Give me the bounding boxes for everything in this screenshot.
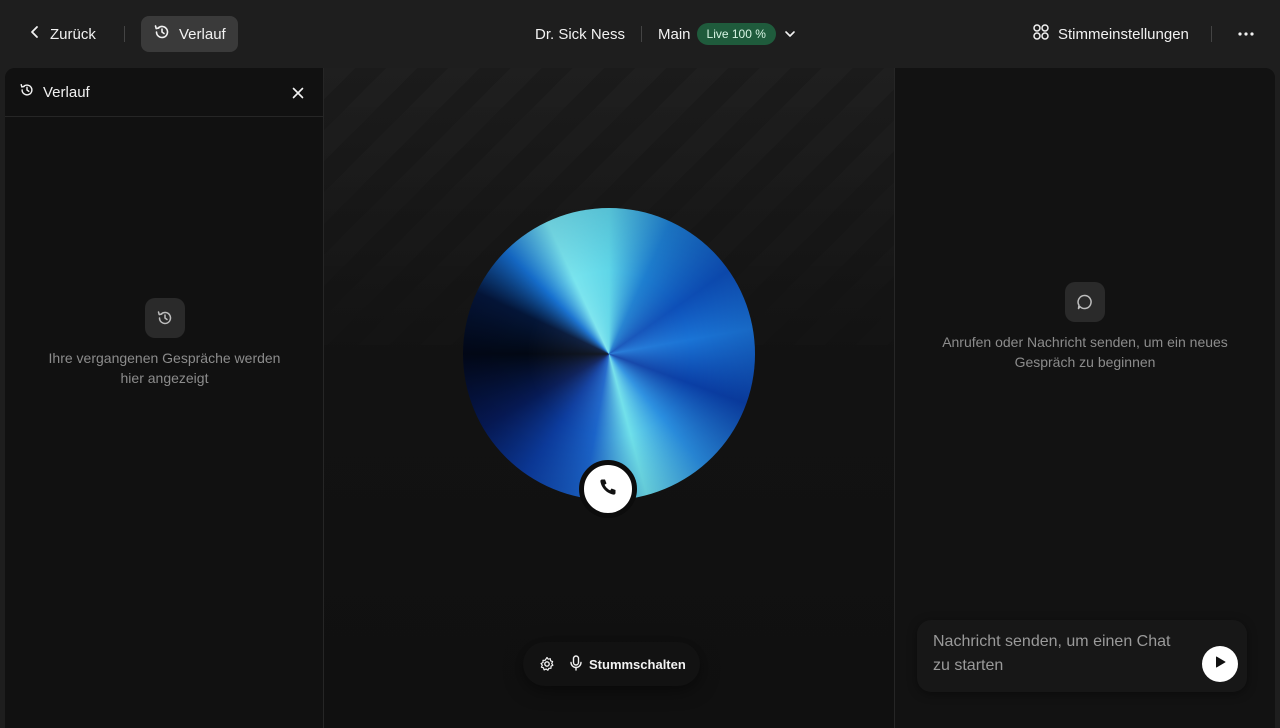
history-button[interactable]: Verlauf xyxy=(141,16,238,52)
mute-button[interactable]: Stummschalten xyxy=(569,654,686,674)
chat-empty-text: Anrufen oder Nachricht senden, um ein ne… xyxy=(942,334,1228,370)
chevron-left-icon xyxy=(28,25,42,43)
phone-icon xyxy=(598,477,618,502)
mute-label: Stummschalten xyxy=(589,656,686,672)
voice-settings-label: Stimmeinstellungen xyxy=(1058,25,1189,43)
history-empty-state: Ihre vergangenen Gespräche werden hier a… xyxy=(5,298,324,388)
microphone-icon xyxy=(569,654,583,674)
history-panel-header: Verlauf xyxy=(5,68,323,117)
close-icon[interactable] xyxy=(287,82,309,104)
history-label: Verlauf xyxy=(179,25,226,43)
divider xyxy=(1211,26,1212,42)
chat-empty-state: Anrufen oder Nachricht senden, um ein ne… xyxy=(895,282,1275,372)
history-panel-title: Verlauf xyxy=(43,83,90,101)
voice-settings-button[interactable]: Stimmeinstellungen xyxy=(1020,16,1201,52)
history-panel: Verlauf Ihre vergangenen Gespräche werde… xyxy=(5,68,324,728)
top-bar: Zurück Verlauf Dr. Sick Ness Main Live 1… xyxy=(0,0,1280,68)
send-button[interactable] xyxy=(1202,646,1238,682)
history-icon xyxy=(19,82,35,102)
settings-grid-icon xyxy=(1032,23,1050,45)
back-label: Zurück xyxy=(50,25,96,43)
message-input[interactable] xyxy=(933,630,1173,684)
back-button[interactable]: Zurück xyxy=(16,16,108,52)
call-button[interactable] xyxy=(579,460,637,518)
call-stage: Stummschalten xyxy=(324,68,895,728)
history-icon xyxy=(144,298,185,338)
message-composer xyxy=(917,620,1247,692)
chat-panel: Anrufen oder Nachricht senden, um ein ne… xyxy=(895,68,1275,728)
branch-name: Main xyxy=(658,25,691,43)
live-badge: Live 100 % xyxy=(696,23,776,45)
divider xyxy=(124,26,125,42)
agent-info: Dr. Sick Ness Main Live 100 % xyxy=(535,16,796,52)
call-controls: Stummschalten xyxy=(523,642,700,686)
divider xyxy=(641,26,643,42)
chevron-down-icon[interactable] xyxy=(784,28,796,40)
gear-icon[interactable] xyxy=(537,654,557,674)
main-area: Verlauf Ihre vergangenen Gespräche werde… xyxy=(5,68,1275,728)
chat-bubble-icon xyxy=(1065,282,1105,322)
more-options-icon[interactable] xyxy=(1230,18,1262,50)
history-icon xyxy=(153,23,171,45)
voice-orb xyxy=(463,208,755,500)
history-empty-text: Ihre vergangenen Gespräche werden hier a… xyxy=(48,350,281,386)
play-icon xyxy=(1213,655,1227,674)
agent-name: Dr. Sick Ness xyxy=(535,25,626,43)
